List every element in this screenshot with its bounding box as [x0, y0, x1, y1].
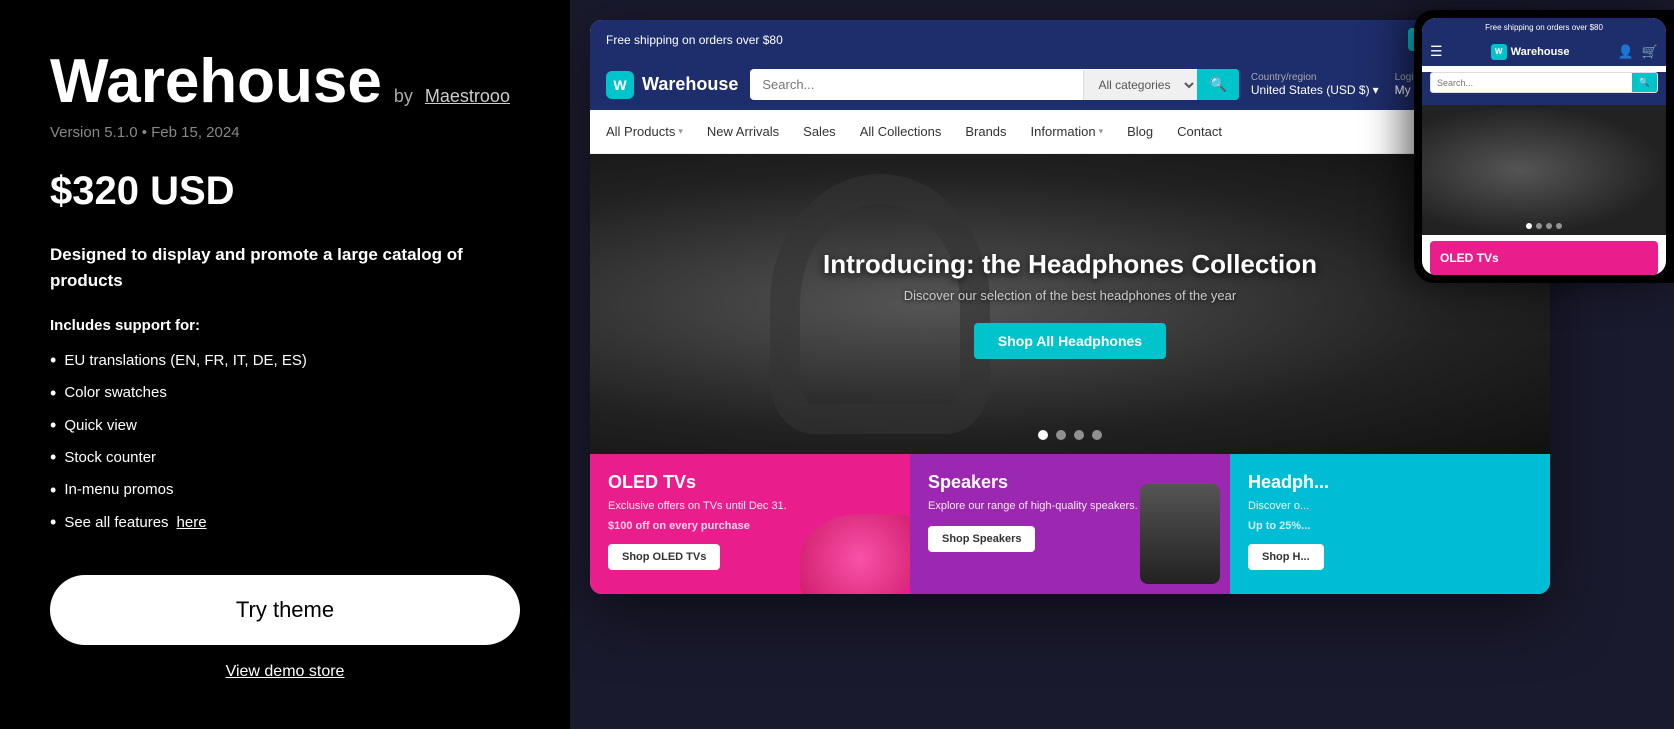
cat-headphones-button[interactable]: Shop H...	[1248, 544, 1324, 570]
by-label: by	[394, 86, 413, 107]
mobile-search-button[interactable]: 🔍	[1632, 73, 1657, 92]
speaker-image	[1140, 484, 1220, 584]
theme-name: Warehouse	[50, 48, 382, 116]
feature-item: EU translations (EN, FR, IT, DE, ES)	[50, 344, 520, 376]
logo-icon: W	[606, 71, 634, 99]
dot-2[interactable]	[1056, 430, 1066, 440]
hero-title: Introducing: the Headphones Collection	[823, 249, 1317, 280]
mobile-top-bar: Free shipping on orders over $80	[1422, 18, 1666, 37]
cat-headphones-subdesc: Up to 25%...	[1248, 520, 1532, 532]
search-input[interactable]	[750, 70, 1083, 99]
mobile-search-bar: 🔍	[1430, 72, 1658, 93]
hero-section: Introducing: the Headphones Collection D…	[590, 154, 1550, 454]
mobile-cart-icon[interactable]: 🛒	[1642, 44, 1658, 60]
search-button[interactable]: 🔍	[1197, 69, 1238, 100]
author-link[interactable]: Maestrooo	[425, 86, 510, 107]
country-selector[interactable]: Country/region United States (USD $) ▾	[1251, 72, 1379, 97]
store-logo[interactable]: W Warehouse	[606, 71, 738, 99]
mobile-logo-icon: W	[1491, 44, 1507, 60]
category-cards: OLED TVs Exclusive offers on TVs until D…	[590, 454, 1550, 594]
mobile-menu-icon[interactable]: ☰	[1430, 43, 1443, 60]
hero-content: Introducing: the Headphones Collection D…	[823, 249, 1317, 359]
cat-speakers-button[interactable]: Shop Speakers	[928, 526, 1035, 552]
mobile-dot-1[interactable]	[1526, 223, 1532, 229]
mobile-preview: Free shipping on orders over $80 ☰ W War…	[1414, 10, 1674, 283]
feature-item-see-all: See all features here	[50, 506, 520, 538]
cat-card-speakers: Speakers Explore our range of high-quali…	[910, 454, 1230, 594]
cat-headphones-title: Headph...	[1248, 472, 1532, 493]
chevron-down-icon: ▾	[678, 126, 683, 137]
mobile-dot-3[interactable]	[1546, 223, 1552, 229]
cat-oled-title: OLED TVs	[608, 472, 892, 493]
dot-4[interactable]	[1092, 430, 1102, 440]
mobile-logo[interactable]: W Warehouse	[1491, 44, 1570, 60]
mobile-hero-dots	[1526, 223, 1562, 229]
dot-1[interactable]	[1038, 430, 1048, 440]
chevron-down-icon: ▾	[1099, 126, 1104, 137]
store-nav: All Products ▾ New Arrivals Sales All Co…	[590, 110, 1550, 154]
hero-cta-button[interactable]: Shop All Headphones	[974, 323, 1166, 359]
hero-subtitle: Discover our selection of the best headp…	[823, 288, 1317, 303]
store-header: W Warehouse All categories 🔍 Country/reg…	[590, 59, 1550, 110]
feature-item: In-menu promos	[50, 474, 520, 506]
mobile-icons: 👤 🛒	[1618, 44, 1658, 60]
mobile-dot-2[interactable]	[1536, 223, 1542, 229]
free-shipping-text: Free shipping on orders over $80	[606, 33, 783, 47]
cat-oled-button[interactable]: Shop OLED TVs	[608, 544, 720, 570]
mobile-search-input[interactable]	[1431, 73, 1632, 92]
features-link[interactable]: here	[177, 509, 207, 536]
nav-information[interactable]: Information ▾	[1019, 120, 1116, 143]
chevron-down-icon: ▾	[1373, 83, 1379, 97]
try-theme-button[interactable]: Try theme	[50, 575, 520, 645]
version-text: Version 5.1.0 • Feb 15, 2024	[50, 124, 520, 141]
view-demo-link[interactable]: View demo store	[50, 663, 520, 681]
nav-all-collections[interactable]: All Collections	[848, 120, 954, 143]
search-icon: 🔍	[1209, 76, 1226, 92]
nav-new-arrivals[interactable]: New Arrivals	[695, 120, 791, 143]
nav-sales[interactable]: Sales	[791, 120, 848, 143]
cat-headphones-desc: Discover o...	[1248, 499, 1532, 514]
nav-brands[interactable]: Brands	[953, 120, 1018, 143]
search-bar: All categories 🔍	[750, 69, 1239, 100]
description: Designed to display and promote a large …	[50, 242, 520, 293]
nav-all-products[interactable]: All Products ▾	[606, 120, 695, 143]
hero-dots	[1038, 430, 1102, 440]
mobile-hero-bg	[1422, 105, 1666, 235]
right-panel: Free shipping on orders over $80 ✉ Subsc…	[570, 0, 1674, 729]
includes-label: Includes support for:	[50, 317, 520, 334]
browser-preview: Free shipping on orders over $80 ✉ Subsc…	[590, 20, 1550, 594]
mobile-header: ☰ W Warehouse 👤 🛒	[1422, 37, 1666, 66]
dot-3[interactable]	[1074, 430, 1084, 440]
mobile-hero: Introducing: the Headphones Collection D…	[1422, 105, 1666, 235]
mobile-cat-title: OLED TVs	[1440, 251, 1648, 265]
feature-item: Stock counter	[50, 441, 520, 473]
left-panel: Warehouse by Maestrooo Version 5.1.0 • F…	[0, 0, 570, 729]
mobile-cat-card: OLED TVs	[1430, 241, 1658, 275]
category-select[interactable]: All categories	[1083, 70, 1197, 100]
nav-contact[interactable]: Contact	[1165, 120, 1234, 143]
mobile-dot-4[interactable]	[1556, 223, 1562, 229]
nav-blog[interactable]: Blog	[1115, 120, 1165, 143]
features-list: EU translations (EN, FR, IT, DE, ES) Col…	[50, 344, 520, 538]
cat-card-oled: OLED TVs Exclusive offers on TVs until D…	[590, 454, 910, 594]
cat-card-headphones: Headph... Discover o... Up to 25%... Sho…	[1230, 454, 1550, 594]
theme-title-row: Warehouse by Maestrooo	[50, 48, 520, 116]
top-bar: Free shipping on orders over $80 ✉ Subsc…	[590, 20, 1550, 59]
cat-oled-desc: Exclusive offers on TVs until Dec 31.	[608, 499, 892, 514]
mobile-user-icon[interactable]: 👤	[1618, 44, 1634, 60]
price: $320 USD	[50, 169, 520, 214]
mobile-inner: Free shipping on orders over $80 ☰ W War…	[1422, 18, 1666, 275]
feature-item: Color swatches	[50, 377, 520, 409]
feature-item: Quick view	[50, 409, 520, 441]
